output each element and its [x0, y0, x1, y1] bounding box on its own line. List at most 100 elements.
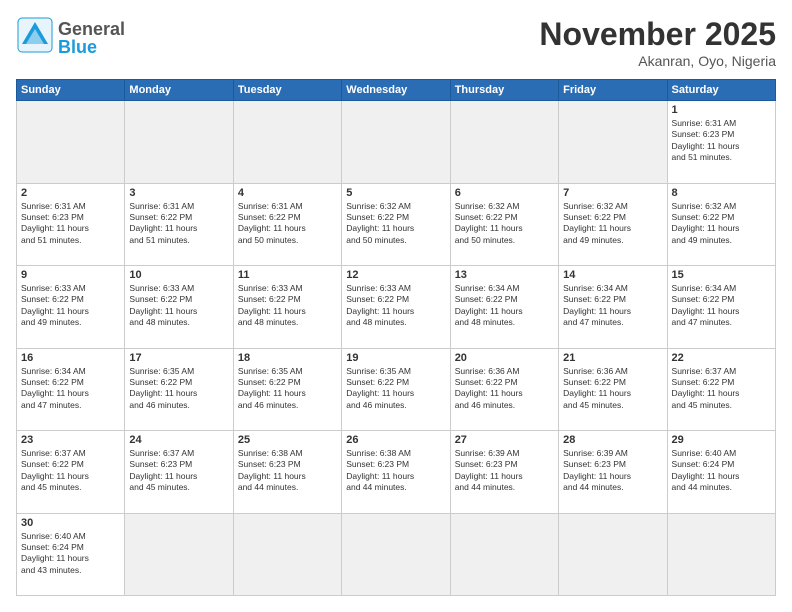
cell-content: Sunrise: 6:40 AM Sunset: 6:24 PM Dayligh…	[21, 531, 120, 577]
day-number: 18	[238, 352, 337, 364]
day-cell	[450, 101, 558, 184]
day-header-sunday: Sunday	[17, 80, 125, 101]
day-cell: 9 Sunrise: 6:33 AM Sunset: 6:22 PM Daylig…	[17, 266, 125, 349]
calendar-body: 1 Sunrise: 6:31 AM Sunset: 6:23 PM Daylig…	[17, 101, 776, 596]
day-number: 2	[21, 187, 120, 199]
day-number: 28	[563, 434, 662, 446]
day-cell: 30Sunrise: 6:40 AM Sunset: 6:24 PM Dayli…	[17, 513, 125, 596]
day-cell: 19Sunrise: 6:35 AM Sunset: 6:22 PM Dayli…	[342, 348, 450, 431]
cell-content: Sunrise: 6:31 AM Sunset: 6:22 PM Dayligh…	[238, 201, 337, 247]
cell-content: Sunrise: 6:34 AM Sunset: 6:22 PM Dayligh…	[21, 366, 120, 412]
day-number: 25	[238, 434, 337, 446]
cell-content: Sunrise: 6:37 AM Sunset: 6:22 PM Dayligh…	[21, 448, 120, 494]
day-number: 9	[21, 269, 120, 281]
day-header-friday: Friday	[559, 80, 667, 101]
day-number: 12	[346, 269, 445, 281]
day-cell	[559, 101, 667, 184]
logo-label: General Blue	[58, 20, 125, 56]
cell-content: Sunrise: 6:32 AM Sunset: 6:22 PM Dayligh…	[346, 201, 445, 247]
day-number: 10	[129, 269, 228, 281]
day-cell: 23 Sunrise: 6:37 AM Sunset: 6:22 PM Dayli…	[17, 431, 125, 514]
cell-content: Sunrise: 6:32 AM Sunset: 6:22 PM Dayligh…	[455, 201, 554, 247]
day-cell	[342, 513, 450, 596]
cell-content: Sunrise: 6:39 AM Sunset: 6:23 PM Dayligh…	[563, 448, 662, 494]
day-header-thursday: Thursday	[450, 80, 558, 101]
day-cell: 22 Sunrise: 6:37 AM Sunset: 6:22 PM Dayli…	[667, 348, 775, 431]
day-cell: 6 Sunrise: 6:32 AM Sunset: 6:22 PM Daylig…	[450, 183, 558, 266]
week-row-4: 16Sunrise: 6:34 AM Sunset: 6:22 PM Dayli…	[17, 348, 776, 431]
day-cell: 24Sunrise: 6:37 AM Sunset: 6:23 PM Dayli…	[125, 431, 233, 514]
day-number: 8	[672, 187, 771, 199]
day-cell: 8 Sunrise: 6:32 AM Sunset: 6:22 PM Daylig…	[667, 183, 775, 266]
header: General Blue November 2025 Akanran, Oyo,…	[16, 16, 776, 69]
day-cell: 26 Sunrise: 6:38 AM Sunset: 6:23 PM Dayli…	[342, 431, 450, 514]
day-cell	[125, 101, 233, 184]
day-number: 19	[346, 352, 445, 364]
day-number: 29	[672, 434, 771, 446]
day-cell: 14 Sunrise: 6:34 AM Sunset: 6:22 PM Dayli…	[559, 266, 667, 349]
day-cell: 21Sunrise: 6:36 AM Sunset: 6:22 PM Dayli…	[559, 348, 667, 431]
day-cell: 25 Sunrise: 6:38 AM Sunset: 6:23 PM Dayli…	[233, 431, 341, 514]
cell-content: Sunrise: 6:39 AM Sunset: 6:23 PM Dayligh…	[455, 448, 554, 494]
month-title: November 2025	[539, 16, 776, 53]
day-number: 5	[346, 187, 445, 199]
day-number: 7	[563, 187, 662, 199]
cell-content: Sunrise: 6:37 AM Sunset: 6:22 PM Dayligh…	[672, 366, 771, 412]
day-cell: 12Sunrise: 6:33 AM Sunset: 6:22 PM Dayli…	[342, 266, 450, 349]
week-row-5: 23 Sunrise: 6:37 AM Sunset: 6:22 PM Dayli…	[17, 431, 776, 514]
day-cell: 1 Sunrise: 6:31 AM Sunset: 6:23 PM Daylig…	[667, 101, 775, 184]
day-number: 3	[129, 187, 228, 199]
header-row: SundayMondayTuesdayWednesdayThursdayFrid…	[17, 80, 776, 101]
day-cell	[233, 513, 341, 596]
day-header-saturday: Saturday	[667, 80, 775, 101]
day-cell: 10 Sunrise: 6:33 AM Sunset: 6:22 PM Dayli…	[125, 266, 233, 349]
cell-content: Sunrise: 6:37 AM Sunset: 6:23 PM Dayligh…	[129, 448, 228, 494]
day-cell	[233, 101, 341, 184]
day-cell	[17, 101, 125, 184]
week-row-6: 30Sunrise: 6:40 AM Sunset: 6:24 PM Dayli…	[17, 513, 776, 596]
cell-content: Sunrise: 6:34 AM Sunset: 6:22 PM Dayligh…	[672, 283, 771, 329]
day-header-monday: Monday	[125, 80, 233, 101]
cell-content: Sunrise: 6:31 AM Sunset: 6:23 PM Dayligh…	[672, 118, 771, 164]
page: General Blue November 2025 Akanran, Oyo,…	[0, 0, 792, 612]
day-header-tuesday: Tuesday	[233, 80, 341, 101]
day-number: 23	[21, 434, 120, 446]
cell-content: Sunrise: 6:34 AM Sunset: 6:22 PM Dayligh…	[563, 283, 662, 329]
cell-content: Sunrise: 6:35 AM Sunset: 6:22 PM Dayligh…	[129, 366, 228, 412]
day-number: 6	[455, 187, 554, 199]
cell-content: Sunrise: 6:33 AM Sunset: 6:22 PM Dayligh…	[21, 283, 120, 329]
cell-content: Sunrise: 6:35 AM Sunset: 6:22 PM Dayligh…	[238, 366, 337, 412]
cell-content: Sunrise: 6:38 AM Sunset: 6:23 PM Dayligh…	[238, 448, 337, 494]
day-cell: 28 Sunrise: 6:39 AM Sunset: 6:23 PM Dayli…	[559, 431, 667, 514]
day-number: 15	[672, 269, 771, 281]
day-cell: 5 Sunrise: 6:32 AM Sunset: 6:22 PM Daylig…	[342, 183, 450, 266]
week-row-3: 9 Sunrise: 6:33 AM Sunset: 6:22 PM Daylig…	[17, 266, 776, 349]
day-cell: 2 Sunrise: 6:31 AM Sunset: 6:23 PM Daylig…	[17, 183, 125, 266]
day-cell: 18 Sunrise: 6:35 AM Sunset: 6:22 PM Dayli…	[233, 348, 341, 431]
cell-content: Sunrise: 6:36 AM Sunset: 6:22 PM Dayligh…	[563, 366, 662, 412]
day-cell	[342, 101, 450, 184]
day-cell: 13Sunrise: 6:34 AM Sunset: 6:22 PM Dayli…	[450, 266, 558, 349]
title-section: November 2025 Akanran, Oyo, Nigeria	[539, 16, 776, 69]
day-number: 13	[455, 269, 554, 281]
cell-content: Sunrise: 6:32 AM Sunset: 6:22 PM Dayligh…	[672, 201, 771, 247]
cell-content: Sunrise: 6:31 AM Sunset: 6:22 PM Dayligh…	[129, 201, 228, 247]
day-number: 26	[346, 434, 445, 446]
day-number: 22	[672, 352, 771, 364]
day-number: 4	[238, 187, 337, 199]
day-cell	[125, 513, 233, 596]
logo-icon	[16, 16, 54, 59]
day-cell: 15 Sunrise: 6:34 AM Sunset: 6:22 PM Dayli…	[667, 266, 775, 349]
day-cell	[667, 513, 775, 596]
cell-content: Sunrise: 6:33 AM Sunset: 6:22 PM Dayligh…	[129, 283, 228, 329]
cell-content: Sunrise: 6:38 AM Sunset: 6:23 PM Dayligh…	[346, 448, 445, 494]
day-cell	[559, 513, 667, 596]
cell-content: Sunrise: 6:31 AM Sunset: 6:23 PM Dayligh…	[21, 201, 120, 247]
location: Akanran, Oyo, Nigeria	[539, 53, 776, 69]
day-number: 14	[563, 269, 662, 281]
cell-content: Sunrise: 6:33 AM Sunset: 6:22 PM Dayligh…	[238, 283, 337, 329]
day-number: 1	[672, 104, 771, 116]
logo-blue-text: Blue	[58, 38, 125, 56]
day-number: 11	[238, 269, 337, 281]
day-cell: 3 Sunrise: 6:31 AM Sunset: 6:22 PM Daylig…	[125, 183, 233, 266]
